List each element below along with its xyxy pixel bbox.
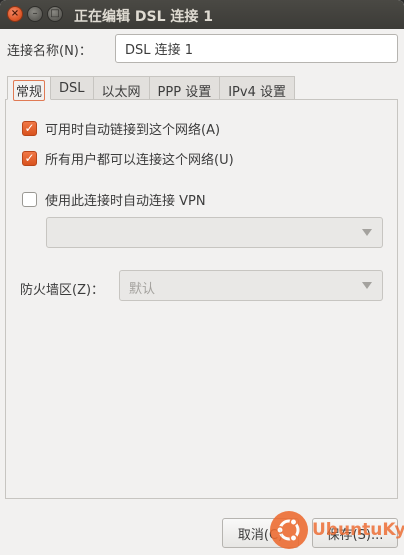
tab-bar: 常规 DSL 以太网 PPP 设置 IPv4 设置: [7, 75, 295, 101]
close-button[interactable]: ×: [7, 6, 23, 22]
dialog-window: × – □ 正在编辑 DSL 连接 1 连接名称(N)： 常规 DSL 以太网 …: [0, 0, 404, 555]
firewall-zone-select[interactable]: 默认: [119, 270, 383, 301]
connection-name-label: 连接名称(N)：: [7, 44, 92, 59]
cancel-button[interactable]: 取消(C): [222, 518, 299, 548]
close-icon: ×: [10, 8, 20, 19]
chevron-down-icon: [362, 282, 372, 289]
all-users-row[interactable]: ✓ 所有用户都可以连接这个网络(U): [22, 148, 234, 168]
tab-general[interactable]: 常规: [7, 76, 52, 101]
save-button[interactable]: 保存(S)...: [312, 518, 398, 548]
vpn-select[interactable]: [46, 217, 383, 248]
auto-connect-label: 可用时自动链接到这个网络(A): [45, 122, 221, 138]
tab-dsl[interactable]: DSL: [51, 76, 94, 100]
minimize-button[interactable]: –: [27, 6, 43, 22]
maximize-button[interactable]: □: [47, 6, 63, 22]
window-title: 正在编辑 DSL 连接 1: [74, 9, 213, 25]
chevron-down-icon: [362, 229, 372, 236]
firewall-zone-label: 防火墙区(Z)：: [20, 283, 105, 298]
tab-label: IPv4 设置: [228, 85, 286, 100]
auto-connect-row[interactable]: ✓ 可用时自动链接到这个网络(A): [22, 118, 220, 138]
checkmark-icon: ✓: [24, 121, 35, 135]
maximize-icon: □: [50, 8, 60, 19]
tab-ppp-settings[interactable]: PPP 设置: [149, 76, 221, 100]
tab-ipv4-settings[interactable]: IPv4 设置: [220, 76, 295, 100]
title-bar: × – □ 正在编辑 DSL 连接 1: [0, 0, 404, 29]
vpn-row[interactable]: 使用此连接时自动连接 VPN: [22, 189, 206, 209]
connection-name-input[interactable]: [115, 34, 398, 63]
vpn-label: 使用此连接时自动连接 VPN: [45, 193, 206, 209]
minimize-icon: –: [32, 8, 38, 19]
vpn-checkbox[interactable]: [22, 191, 37, 207]
tab-label: DSL: [59, 81, 85, 96]
auto-connect-checkbox[interactable]: ✓: [22, 120, 37, 136]
save-button-label: 保存(S)...: [326, 527, 384, 543]
tab-label: 常规: [13, 80, 46, 101]
all-users-checkbox[interactable]: ✓: [22, 150, 37, 166]
tab-label: 以太网: [101, 85, 141, 100]
firewall-zone-value: 默认: [129, 282, 156, 297]
tab-ethernet[interactable]: 以太网: [93, 76, 150, 100]
all-users-label: 所有用户都可以连接这个网络(U): [45, 152, 234, 168]
cancel-button-label: 取消(C): [237, 527, 284, 543]
checkmark-icon: ✓: [24, 151, 35, 165]
tab-label: PPP 设置: [157, 85, 212, 100]
